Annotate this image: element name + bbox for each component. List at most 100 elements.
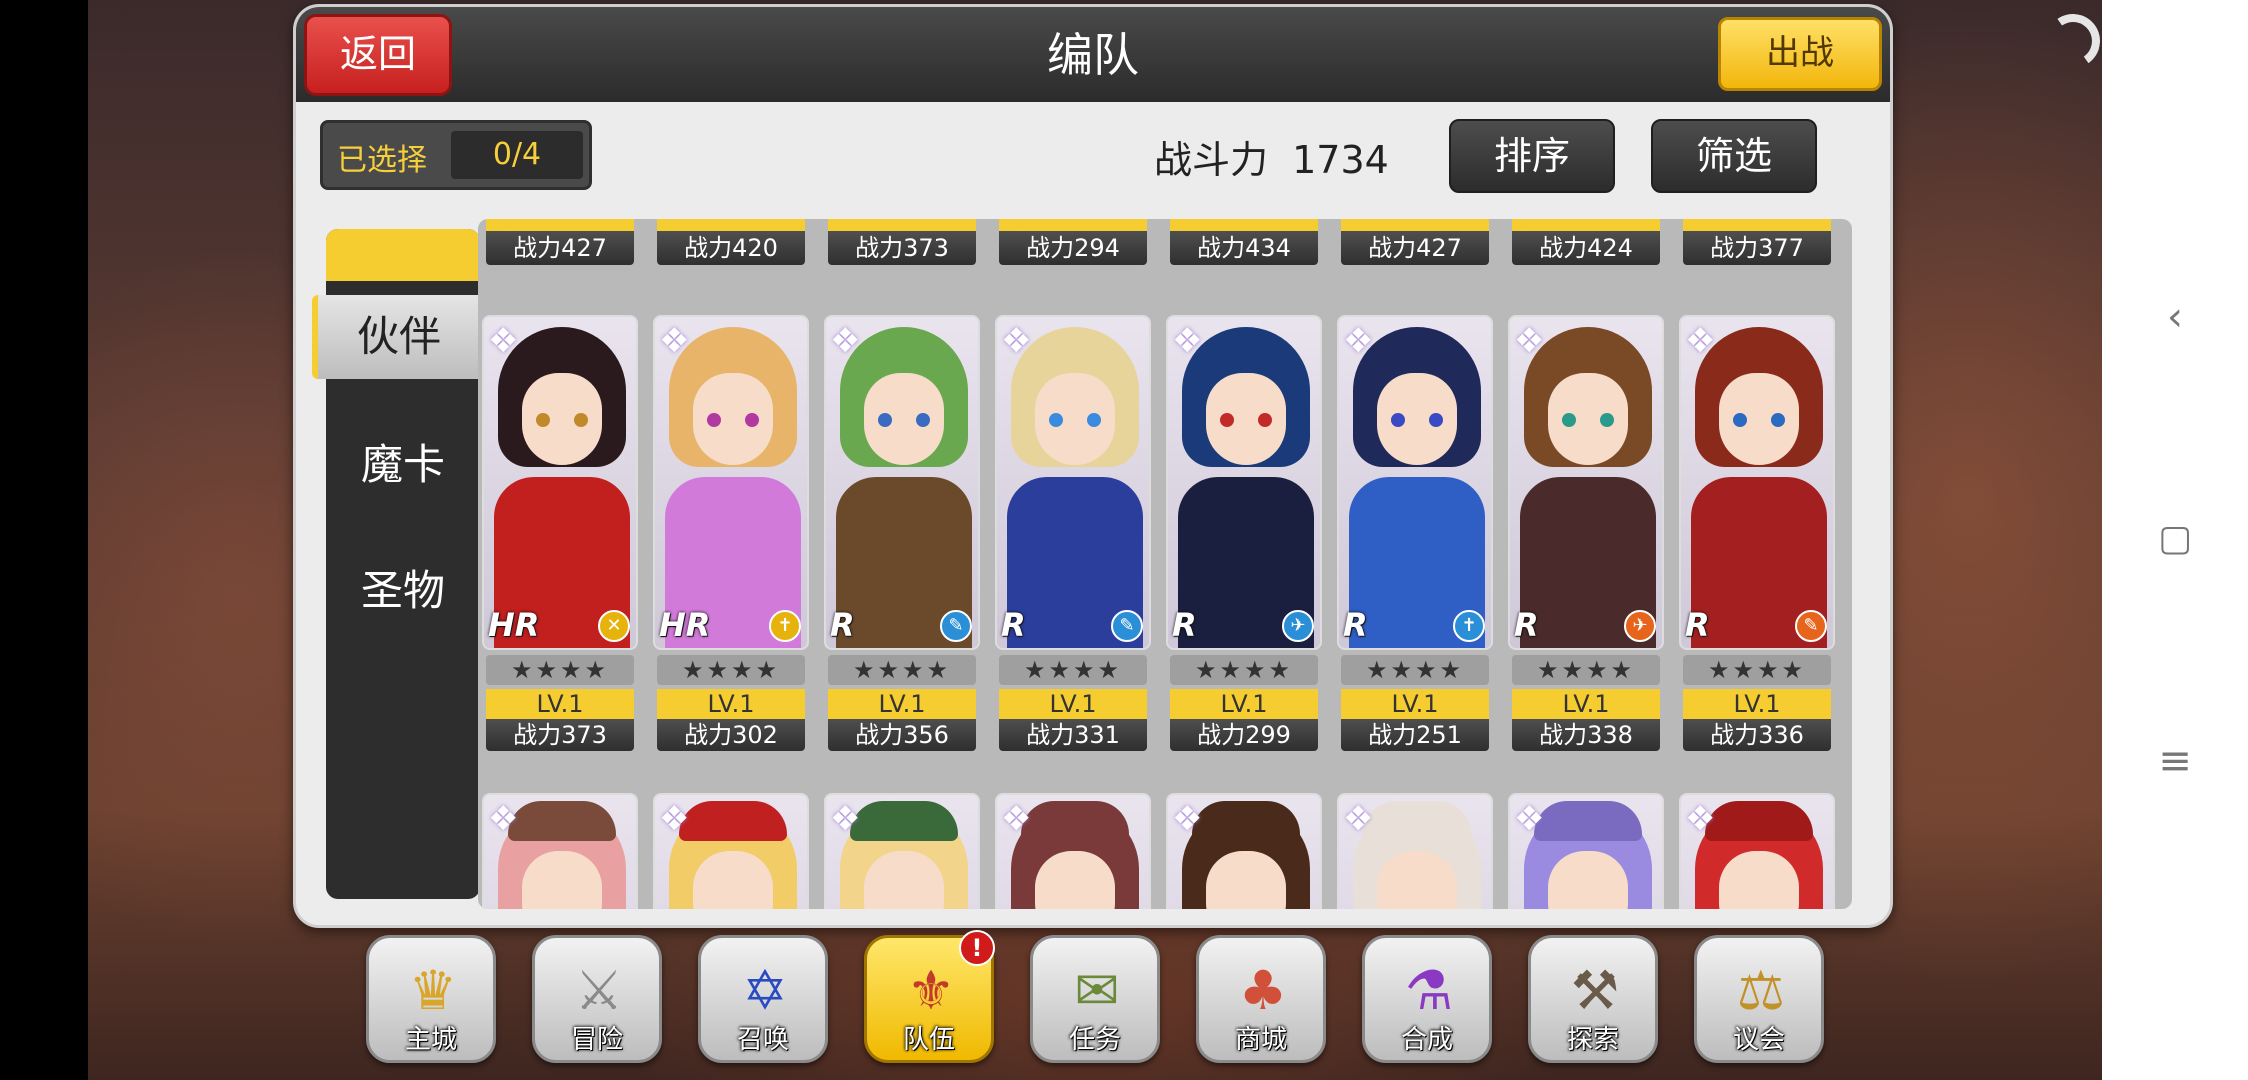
star-rating: ★★★★ [828,655,976,685]
card-power: 战力302 [657,719,805,751]
screen: 返回 编队 出战 已选择 0/4 战斗力 1734 排序 筛选 伙伴 魔卡 圣物… [0,0,2248,1080]
tab-partners[interactable]: 伙伴 [312,295,480,379]
character-eye [1771,413,1785,427]
star-rating: ★★★★ [1512,655,1660,685]
nav-menu-icon[interactable]: ≡ [2152,738,2198,784]
character-face [693,373,773,465]
character-face [522,373,602,465]
selected-label: 已选择 [337,143,427,178]
level-strip [1341,219,1489,231]
menu-button[interactable]: ✡ 召唤 [698,935,828,1063]
character-portrait: ❖ HR ✝ [653,315,809,650]
sort-button[interactable]: 排序 [1449,119,1615,193]
element-icon: ✝ [1453,610,1485,642]
level-strip [1683,219,1831,231]
star-rating: ★★★★ [657,655,805,685]
character-portrait: ❖ [824,793,980,909]
character-face [1377,373,1457,465]
menu-button[interactable]: ⚖ 议会 [1694,935,1824,1063]
card-power: 战力427 [486,231,634,265]
character-face [1719,373,1799,465]
card-power: 战力434 [1170,231,1318,265]
rank-gem-icon: ❖ [1001,321,1032,361]
star-rating: ★★★★ [1683,655,1831,685]
character-face [1548,373,1628,465]
rank-gem-icon: ❖ [488,799,519,839]
deploy-button[interactable]: 出战 [1718,17,1882,91]
rank-gem-icon: ❖ [1343,321,1374,361]
tab-relics[interactable]: 圣物 [326,549,480,633]
level-label: LV.1 [1512,689,1660,719]
menu-label: 召唤 [736,1025,789,1055]
tab-magic-cards[interactable]: 魔卡 [326,423,480,507]
menu-label: 探索 [1566,1025,1619,1055]
total-power: 战斗力 1734 [1154,129,1389,184]
card-power: 战力377 [1683,231,1831,265]
menu-button[interactable]: ⚗ 合成 [1362,935,1492,1063]
card-power: 战力338 [1512,719,1660,751]
character-eye [1733,413,1747,427]
element-icon: ✈ [1282,610,1314,642]
character-portrait: ❖ R ✈ [1166,315,1322,650]
menu-label: 冒险 [570,1025,623,1055]
menu-button[interactable]: ♛ 主城 [366,935,496,1063]
page-title: 编队 [1047,28,1139,82]
character-eye [1391,413,1405,427]
menu-button[interactable]: ⚒ 探索 [1528,935,1658,1063]
character-eye [878,413,892,427]
level-strip [657,219,805,231]
level-label: LV.1 [828,689,976,719]
rarity-label: R [1343,606,1368,644]
element-icon: ✎ [940,610,972,642]
menu-button[interactable]: ⚔ 冒险 [532,935,662,1063]
rank-gem-icon: ❖ [830,321,861,361]
card-power: 战力373 [486,719,634,751]
character-face [1035,373,1115,465]
character-portrait: ❖ R ✎ [995,315,1151,650]
card-power: 战力373 [828,231,976,265]
card-power: 战力294 [999,231,1147,265]
rank-gem-icon: ❖ [1001,799,1032,839]
selected-value: 0/4 [451,131,583,179]
menu-label: 议会 [1732,1025,1785,1055]
nav-home-icon[interactable]: ▢ [2152,516,2198,562]
card-power: 战力331 [999,719,1147,751]
total-power-value: 1734 [1292,138,1389,182]
rank-gem-icon: ❖ [1514,799,1545,839]
level-label: LV.1 [999,689,1147,719]
rank-gem-icon: ❖ [659,321,690,361]
menu-button[interactable]: ♣ 商城 [1196,935,1326,1063]
element-icon: ✈ [1624,610,1656,642]
character-portrait: ❖ R ✎ [824,315,980,650]
tab-header-strip [326,229,480,281]
character-face [864,851,944,909]
character-grid[interactable]: 战力427 战力420 战力373 战力294 战力434 战力427 战力424 战力377… [478,219,1852,909]
character-eye [1429,413,1443,427]
selected-count-box: 已选择 0/4 [320,120,592,190]
character-face [1377,851,1457,909]
character-portrait: ❖ [653,793,809,909]
rank-gem-icon: ❖ [659,799,690,839]
level-label: LV.1 [486,689,634,719]
menu-button[interactable]: ✉ 任务 [1030,935,1160,1063]
menu-button[interactable]: ⚜ 队伍! [864,930,995,1063]
title-bar: 返回 编队 出战 [296,7,1890,102]
character-portrait: ❖ [1166,793,1322,909]
rarity-label: R [1685,606,1710,644]
character-portrait: ❖ [995,793,1151,909]
category-tabs: 伙伴 魔卡 圣物 [312,229,480,899]
element-icon: ✝ [769,610,801,642]
level-strip [999,219,1147,231]
filter-button[interactable]: 筛选 [1651,119,1817,193]
level-strip [1512,219,1660,231]
level-strip [1170,219,1318,231]
character-face [1206,373,1286,465]
menu-label: 合成 [1400,1025,1453,1055]
formation-panel: 返回 编队 出战 已选择 0/4 战斗力 1734 排序 筛选 伙伴 魔卡 圣物… [293,4,1893,928]
character-portrait: ❖ R ✝ [1337,315,1493,650]
character-face [1035,851,1115,909]
character-eye [745,413,759,427]
card-power: 战力356 [828,719,976,751]
level-label: LV.1 [657,689,805,719]
nav-back-icon[interactable]: ‹ [2152,294,2198,340]
